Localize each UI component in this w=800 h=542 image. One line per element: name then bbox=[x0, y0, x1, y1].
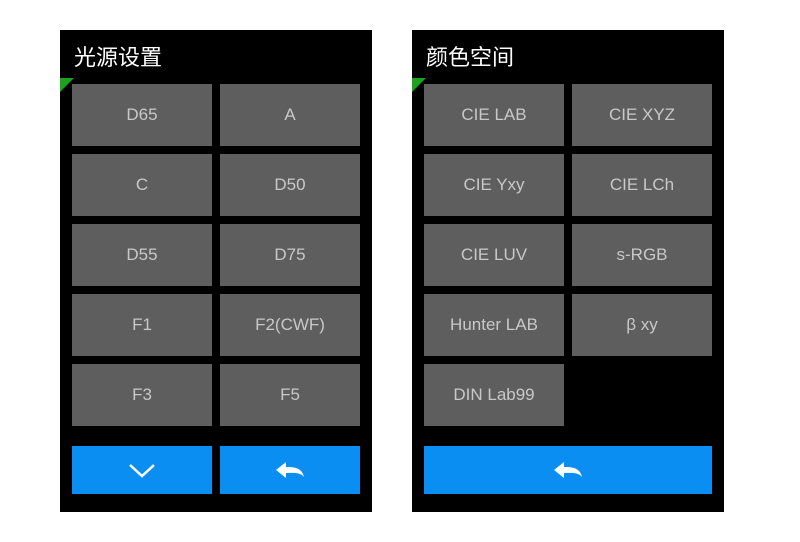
page-down-button[interactable] bbox=[72, 446, 212, 494]
color-space-panel: 颜色空间 CIE LAB CIE XYZ CIE Yxy CIE LCh CIE… bbox=[412, 30, 724, 512]
chevron-down-icon bbox=[126, 460, 158, 480]
color-option-cieyxy[interactable]: CIE Yxy bbox=[424, 154, 564, 216]
back-arrow-icon bbox=[551, 459, 585, 481]
light-option-c[interactable]: C bbox=[72, 154, 212, 216]
color-action-bar bbox=[412, 436, 724, 512]
back-arrow-icon bbox=[273, 459, 307, 481]
light-option-a[interactable]: A bbox=[220, 84, 360, 146]
color-option-cieluv[interactable]: CIE LUV bbox=[424, 224, 564, 286]
light-source-panel: 光源设置 D65 A C D50 D55 D75 F1 F2(CWF) F3 F… bbox=[60, 30, 372, 512]
light-option-f1[interactable]: F1 bbox=[72, 294, 212, 356]
color-option-dinlab99[interactable]: DIN Lab99 bbox=[424, 364, 564, 426]
color-option-betaxy[interactable]: β xy bbox=[572, 294, 712, 356]
color-option-ciexyz[interactable]: CIE XYZ bbox=[572, 84, 712, 146]
light-action-bar bbox=[60, 436, 372, 512]
light-option-d75[interactable]: D75 bbox=[220, 224, 360, 286]
light-option-f3[interactable]: F3 bbox=[72, 364, 212, 426]
color-option-srgb[interactable]: s-RGB bbox=[572, 224, 712, 286]
active-indicator-corner bbox=[412, 78, 426, 92]
color-option-hunterlab[interactable]: Hunter LAB bbox=[424, 294, 564, 356]
color-option-cielch[interactable]: CIE LCh bbox=[572, 154, 712, 216]
light-option-f2cwf[interactable]: F2(CWF) bbox=[220, 294, 360, 356]
back-button[interactable] bbox=[220, 446, 360, 494]
light-option-d65[interactable]: D65 bbox=[72, 84, 212, 146]
color-option-cielab[interactable]: CIE LAB bbox=[424, 84, 564, 146]
back-button[interactable] bbox=[424, 446, 712, 494]
color-panel-title: 颜色空间 bbox=[412, 30, 724, 78]
light-options-grid: D65 A C D50 D55 D75 F1 F2(CWF) F3 F5 bbox=[60, 78, 372, 436]
light-option-d50[interactable]: D50 bbox=[220, 154, 360, 216]
color-options-grid: CIE LAB CIE XYZ CIE Yxy CIE LCh CIE LUV … bbox=[412, 78, 724, 436]
light-option-d55[interactable]: D55 bbox=[72, 224, 212, 286]
light-panel-title: 光源设置 bbox=[60, 30, 372, 78]
active-indicator-corner bbox=[60, 78, 74, 92]
light-option-f5[interactable]: F5 bbox=[220, 364, 360, 426]
